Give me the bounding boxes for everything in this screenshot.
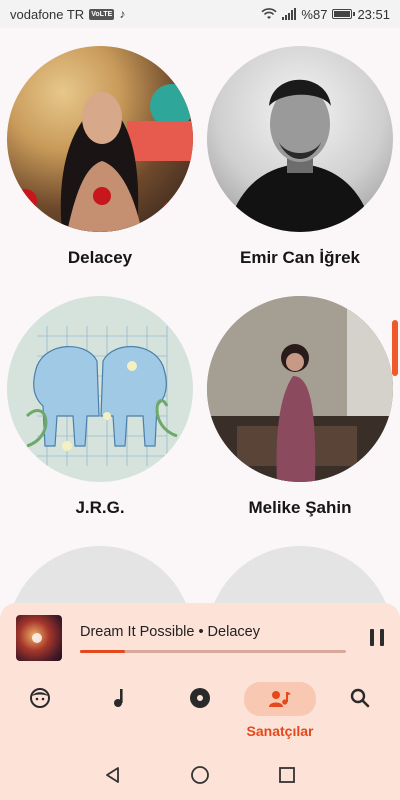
album-cover[interactable] [16,615,62,661]
artist-card-placeholder[interactable] [200,528,400,608]
track-info[interactable]: Dream It Possible • Delacey [80,624,355,653]
artist-card-jrg[interactable]: J.R.G. [0,278,200,528]
artist-card-melike[interactable]: Melike Şahin [200,278,400,528]
status-left: vodafone TR VoLTE ♪ [10,7,125,22]
artist-name: Emir Can İğrek [240,248,360,267]
artist-photo-delacey [13,84,193,232]
pause-button[interactable] [370,629,384,646]
progress-fill [80,649,126,653]
music-notification-icon: ♪ [119,7,126,21]
status-bar: vodafone TR VoLTE ♪ %87 23:51 [0,0,400,28]
artist-card-placeholder[interactable] [0,528,200,608]
artist-avatar[interactable] [7,546,193,608]
nav-item-songs[interactable] [80,673,160,750]
artist-grid: Delacey Emir Can İğrek J.R.G. Melike Şah… [0,28,400,608]
artist-card-delacey[interactable]: Delacey [0,28,200,278]
nav-item-albums[interactable] [160,673,240,750]
pause-icon-bar [380,629,384,646]
artist-name: Melike Şahin [248,498,352,517]
recents-button[interactable] [275,763,299,787]
artist-card-emir[interactable]: Emir Can İğrek [200,28,400,278]
nav-item-search[interactable] [320,673,400,750]
system-navigation-bar [0,750,400,800]
artist-photo-melike [207,296,393,482]
signal-icon [282,8,297,20]
status-right: %87 23:51 [261,7,390,22]
artist-name: Delacey [67,248,133,267]
artist-avatar[interactable] [7,46,193,232]
volte-badge: VoLTE [89,8,115,20]
artist-photo-jrg [25,326,178,466]
search-icon [332,682,388,714]
artist-icon [244,682,316,716]
nav-label-artists: Sanatçılar [246,723,314,739]
track-title: Dream It Possible • Delacey [80,623,260,640]
artist-avatar[interactable] [207,546,393,608]
home-circle-icon [191,766,209,784]
artist-avatar[interactable] [207,46,393,232]
artist-avatar[interactable] [207,296,393,482]
battery-icon [332,9,356,19]
nav-item-for-you[interactable] [0,673,80,750]
home-button[interactable] [188,763,212,787]
pause-icon-bar [370,629,374,646]
mini-player[interactable]: Dream It Possible • Delacey [0,603,400,673]
back-button[interactable] [101,763,125,787]
clock: 23:51 [357,6,390,22]
bottom-navigation: Sanatçılar [0,673,400,750]
artist-name: J.R.G. [75,498,125,517]
face-icon [12,682,68,714]
artist-list[interactable]: Delacey Emir Can İğrek J.R.G. Melike Şah… [0,28,400,608]
carrier-label: vodafone TR [10,6,85,22]
progress-bar[interactable] [80,649,346,653]
music-note-icon [92,682,148,714]
battery-percent: %87 [301,6,328,22]
artist-avatar[interactable] [7,296,193,482]
scrollbar-thumb[interactable] [392,320,398,376]
nav-item-artists[interactable]: Sanatçılar [240,673,320,750]
artist-photo-emir [227,79,373,232]
back-triangle-icon [106,767,120,783]
wifi-icon [261,8,277,19]
recents-square-icon [278,767,295,783]
album-icon [172,682,228,714]
